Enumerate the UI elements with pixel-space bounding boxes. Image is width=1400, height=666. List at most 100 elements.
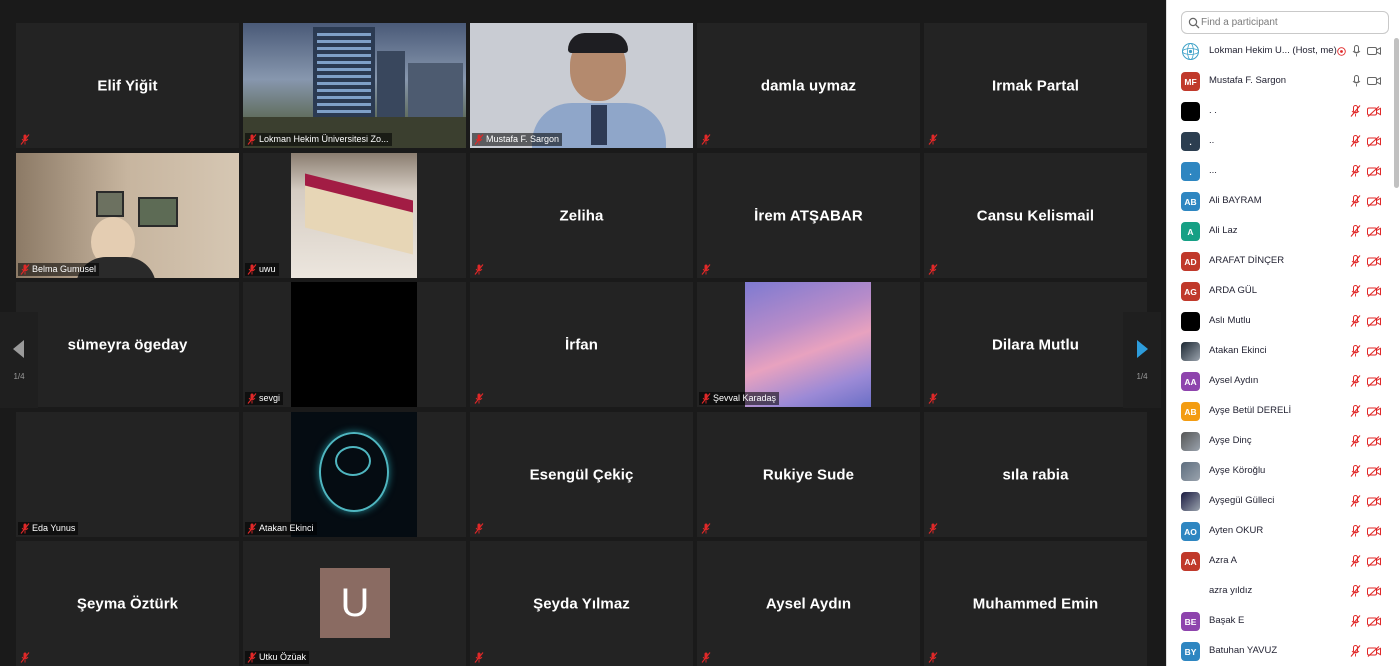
participant-row[interactable]: Atakan Ekinci (1167, 336, 1395, 366)
mic-muted-icon[interactable] (1350, 435, 1361, 447)
previous-page-button[interactable]: 1/4 (0, 312, 38, 408)
mic-on-icon[interactable] (1352, 45, 1361, 57)
participant-row[interactable]: Lokman Hekim U... (Host, me) (1167, 36, 1395, 66)
participant-row[interactable]: MF Mustafa F. Sargon (1167, 66, 1395, 96)
participant-row[interactable]: Ayşe Dinç (1167, 426, 1395, 456)
participant-tile[interactable]: Eda Yunus (16, 412, 239, 537)
video-off-icon[interactable] (1367, 615, 1381, 627)
participant-tile[interactable]: Muhammed Emin (924, 541, 1147, 666)
participant-row[interactable]: Aslı Mutlu (1167, 306, 1395, 336)
participant-name: Aslı Mutlu (1209, 315, 1251, 326)
participant-row[interactable]: AB Ali BAYRAM (1167, 186, 1395, 216)
mic-muted-icon[interactable] (1350, 555, 1361, 567)
mic-muted-icon[interactable] (1350, 495, 1361, 507)
mic-muted-icon[interactable] (1350, 225, 1361, 237)
participant-tile[interactable]: Irmak Partal (924, 23, 1147, 148)
mic-muted-icon[interactable] (1350, 315, 1361, 327)
participant-row[interactable]: BE Başak E (1167, 606, 1395, 636)
video-off-icon[interactable] (1367, 465, 1381, 477)
participant-tile[interactable]: Cansu Kelismail (924, 153, 1147, 278)
participant-row[interactable]: . . (1167, 96, 1395, 126)
video-off-icon[interactable] (1367, 555, 1381, 567)
video-off-icon[interactable] (1367, 375, 1381, 387)
participant-tile[interactable]: Lokman Hekim Üniversitesi Zo... (243, 23, 466, 148)
participant-tile[interactable]: Şeyda Yılmaz (470, 541, 693, 666)
video-off-icon[interactable] (1367, 495, 1381, 507)
video-off-icon[interactable] (1367, 645, 1381, 657)
mic-muted-icon[interactable] (1350, 615, 1361, 627)
participant-row[interactable]: AA Aysel Aydın (1167, 366, 1395, 396)
mic-muted-icon[interactable] (1350, 135, 1361, 147)
participant-tile[interactable]: sümeyra ögeday (16, 282, 239, 407)
participant-tile[interactable]: Elif Yiğit (16, 23, 239, 148)
participant-tile[interactable]: Zeliha (470, 153, 693, 278)
participant-row[interactable]: Ayşe Köroğlu (1167, 456, 1395, 486)
mic-muted-icon[interactable] (1350, 375, 1361, 387)
mic-muted-icon[interactable] (1350, 285, 1361, 297)
participant-tile[interactable]: uwu (243, 153, 466, 278)
video-off-icon[interactable] (1367, 405, 1381, 417)
participant-list-scrollbar[interactable] (1394, 38, 1399, 188)
video-off-icon[interactable] (1367, 585, 1381, 597)
participant-tile[interactable]: İrem ATŞABAR (697, 153, 920, 278)
video-off-icon[interactable] (1367, 135, 1381, 147)
video-off-icon[interactable] (1367, 315, 1381, 327)
video-off-icon[interactable] (1367, 435, 1381, 447)
participant-row[interactable]: AA Azra A (1167, 546, 1395, 576)
next-page-button[interactable]: 1/4 (1123, 312, 1161, 408)
mic-muted-icon[interactable] (1350, 465, 1361, 477)
participant-row[interactable]: ... (1167, 126, 1395, 156)
mic-muted-icon[interactable] (1350, 645, 1361, 657)
participant-tile[interactable]: Şevval Karadaş (697, 282, 920, 407)
participant-search-box[interactable] (1181, 11, 1389, 34)
page-indicator-left: 1/4 (13, 371, 25, 381)
participant-row[interactable]: Ayşegül Gülleci (1167, 486, 1395, 516)
participant-tile[interactable]: Atakan Ekinci (243, 412, 466, 537)
participant-tile[interactable]: Rukiye Sude (697, 412, 920, 537)
mic-muted-icon[interactable] (1350, 525, 1361, 537)
participant-tile[interactable]: Belma Gumusel (16, 153, 239, 278)
participant-row[interactable]: AO Ayten OKUR (1167, 516, 1395, 546)
participant-row[interactable]: AB Ayşe Betül DERELİ (1167, 396, 1395, 426)
video-off-icon[interactable] (1367, 255, 1381, 267)
participant-tile[interactable]: damla uymaz (697, 23, 920, 148)
participant-tile[interactable]: Esengül Çekiç (470, 412, 693, 537)
video-on-icon[interactable] (1367, 76, 1381, 86)
participant-display-name: Zeliha (559, 207, 604, 224)
mic-muted-icon[interactable] (1350, 405, 1361, 417)
participant-tile[interactable]: sevgi (243, 282, 466, 407)
participant-tile[interactable]: Şeyma Öztürk (16, 541, 239, 666)
mic-muted-icon[interactable] (1350, 105, 1361, 117)
participant-tile[interactable]: sıla rabia (924, 412, 1147, 537)
mic-muted-icon[interactable] (1350, 255, 1361, 267)
participant-row[interactable]: .... (1167, 156, 1395, 186)
mic-muted-icon (474, 393, 484, 404)
participant-row[interactable]: BY Batuhan YAVUZ (1167, 636, 1395, 666)
participant-row[interactable]: azra yıldız (1167, 576, 1395, 606)
mic-muted-icon[interactable] (1350, 345, 1361, 357)
video-on-icon[interactable] (1367, 46, 1381, 56)
mic-on-icon[interactable] (1352, 75, 1361, 87)
participant-tile[interactable]: Dilara Mutlu (924, 282, 1147, 407)
video-off-icon[interactable] (1367, 285, 1381, 297)
video-off-icon[interactable] (1367, 345, 1381, 357)
host-status-icon[interactable] (1337, 46, 1346, 56)
participant-tile[interactable]: U Utku Özüak (243, 541, 466, 666)
video-off-icon[interactable] (1367, 195, 1381, 207)
participant-tile[interactable]: İrfan (470, 282, 693, 407)
video-off-icon[interactable] (1367, 225, 1381, 237)
mic-muted-icon[interactable] (1350, 585, 1361, 597)
participant-tile[interactable]: Mustafa F. Sargon (470, 23, 693, 148)
mic-muted-icon[interactable] (1350, 165, 1361, 177)
participant-avatar: MF (1181, 72, 1200, 91)
video-off-icon[interactable] (1367, 525, 1381, 537)
participant-row[interactable]: AD ARAFAT DİNÇER (1167, 246, 1395, 276)
mic-muted-icon[interactable] (1350, 195, 1361, 207)
participant-row[interactable]: AG ARDA GÜL (1167, 276, 1395, 306)
video-off-icon[interactable] (1367, 165, 1381, 177)
participant-row[interactable]: A Ali Laz (1167, 216, 1395, 246)
participant-search-input[interactable] (1201, 14, 1386, 31)
participant-tile[interactable]: Aysel Aydın (697, 541, 920, 666)
university-logo-icon (1182, 43, 1199, 60)
video-off-icon[interactable] (1367, 105, 1381, 117)
